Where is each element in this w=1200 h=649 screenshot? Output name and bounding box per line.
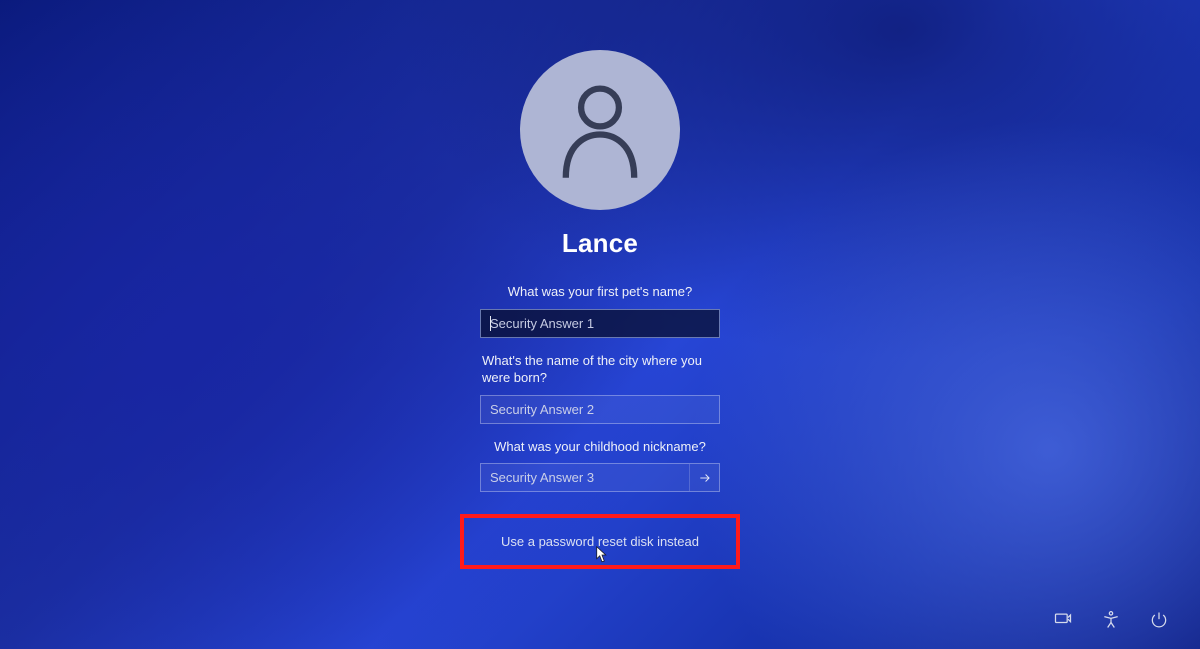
- password-reset-disk-link[interactable]: Use a password reset disk instead: [501, 534, 699, 549]
- accessibility-button[interactable]: [1098, 607, 1124, 633]
- security-question-1-label: What was your first pet's name?: [480, 283, 720, 301]
- power-button[interactable]: [1146, 607, 1172, 633]
- user-placeholder-icon: [555, 80, 645, 180]
- security-answer-2-field[interactable]: [480, 395, 720, 424]
- security-question-3-label: What was your childhood nickname?: [480, 438, 720, 456]
- security-question-1-block: What was your first pet's name?: [480, 283, 720, 338]
- network-icon: [1053, 610, 1073, 630]
- user-name: Lance: [562, 228, 638, 259]
- password-reset-disk-highlight: Use a password reset disk instead: [460, 514, 740, 569]
- security-answer-3-input[interactable]: [481, 464, 719, 491]
- security-answer-1-input[interactable]: [481, 310, 719, 337]
- login-reset-panel: Lance What was your first pet's name? Wh…: [360, 50, 840, 569]
- system-tray: [1050, 607, 1172, 633]
- power-icon: [1149, 610, 1169, 630]
- security-question-2-block: What's the name of the city where you we…: [480, 352, 720, 424]
- arrow-right-icon: [698, 471, 712, 485]
- accessibility-icon: [1101, 610, 1121, 630]
- network-button[interactable]: [1050, 607, 1076, 633]
- security-answer-3-field[interactable]: [480, 463, 720, 492]
- submit-button[interactable]: [689, 464, 719, 491]
- security-answer-1-field[interactable]: [480, 309, 720, 338]
- user-avatar: [520, 50, 680, 210]
- security-answer-2-input[interactable]: [481, 396, 719, 423]
- security-question-2-label: What's the name of the city where you we…: [480, 352, 720, 387]
- security-question-3-block: What was your childhood nickname?: [480, 438, 720, 493]
